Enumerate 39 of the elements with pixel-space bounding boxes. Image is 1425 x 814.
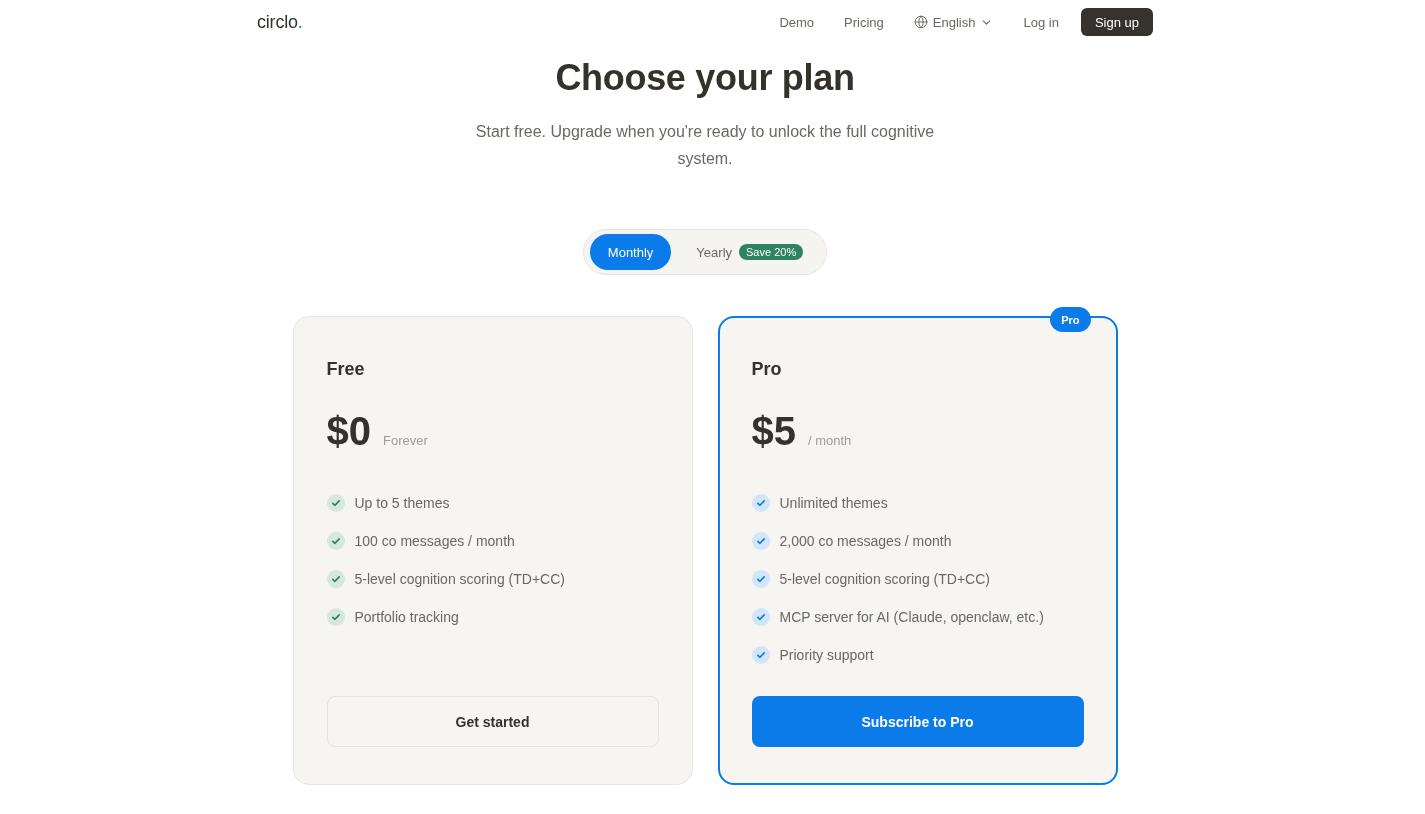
check-icon [751,570,770,588]
nav-link[interactable]: Demo [779,14,815,30]
feature-text: Portfolio tracking [354,609,459,625]
get-started-button[interactable]: Get started [326,696,659,747]
feature-text: 2,000 co messages / month [779,533,952,549]
plan-name: Pro [751,358,783,381]
feature-text: 5-level cognition scoring (TD+CC) [354,571,565,587]
feature-text: Up to 5 themes [354,495,450,511]
price-period: / month [808,433,852,448]
feature-text: 5-level cognition scoring (TD+CC) [779,571,990,587]
check-icon [326,570,345,588]
feature-text: Priority support [779,647,874,663]
billing-tab[interactable]: Monthly [589,234,672,270]
page-title: Choose your plan [555,56,855,100]
check-icon [751,646,770,664]
language-selector[interactable]: English [913,14,994,30]
check-icon [326,532,345,550]
plan-price: $0 [326,408,371,455]
check-icon [751,532,770,550]
price-period: Forever [383,433,428,448]
plan-name: Free [326,358,366,381]
nav-link[interactable]: Pricing [844,14,884,30]
check-icon [326,608,345,626]
feature-text: Unlimited themes [779,495,888,511]
plan-price: $5 [751,408,796,455]
signup-button[interactable]: Sign up [1080,8,1153,36]
login-link[interactable]: Log in [1023,14,1059,30]
plan-badge: Pro [1050,307,1091,332]
logo[interactable]: circlo. [257,11,303,33]
page-subtitle: Start free. Upgrade when you're ready to unlock the full cognitive system. [474,122,936,169]
check-icon [751,494,770,512]
discount-badge: Save 20% [739,244,804,260]
feature-text: 100 co messages / month [354,533,515,549]
billing-tab[interactable]: Yearly Save 20% [671,234,822,270]
check-icon [751,608,770,626]
subscribe-button[interactable]: Subscribe to Pro [751,696,1084,747]
check-icon [326,494,345,512]
globe-icon [913,15,928,29]
feature-text: MCP server for AI (Claude, openclaw, etc.) [779,609,1044,625]
